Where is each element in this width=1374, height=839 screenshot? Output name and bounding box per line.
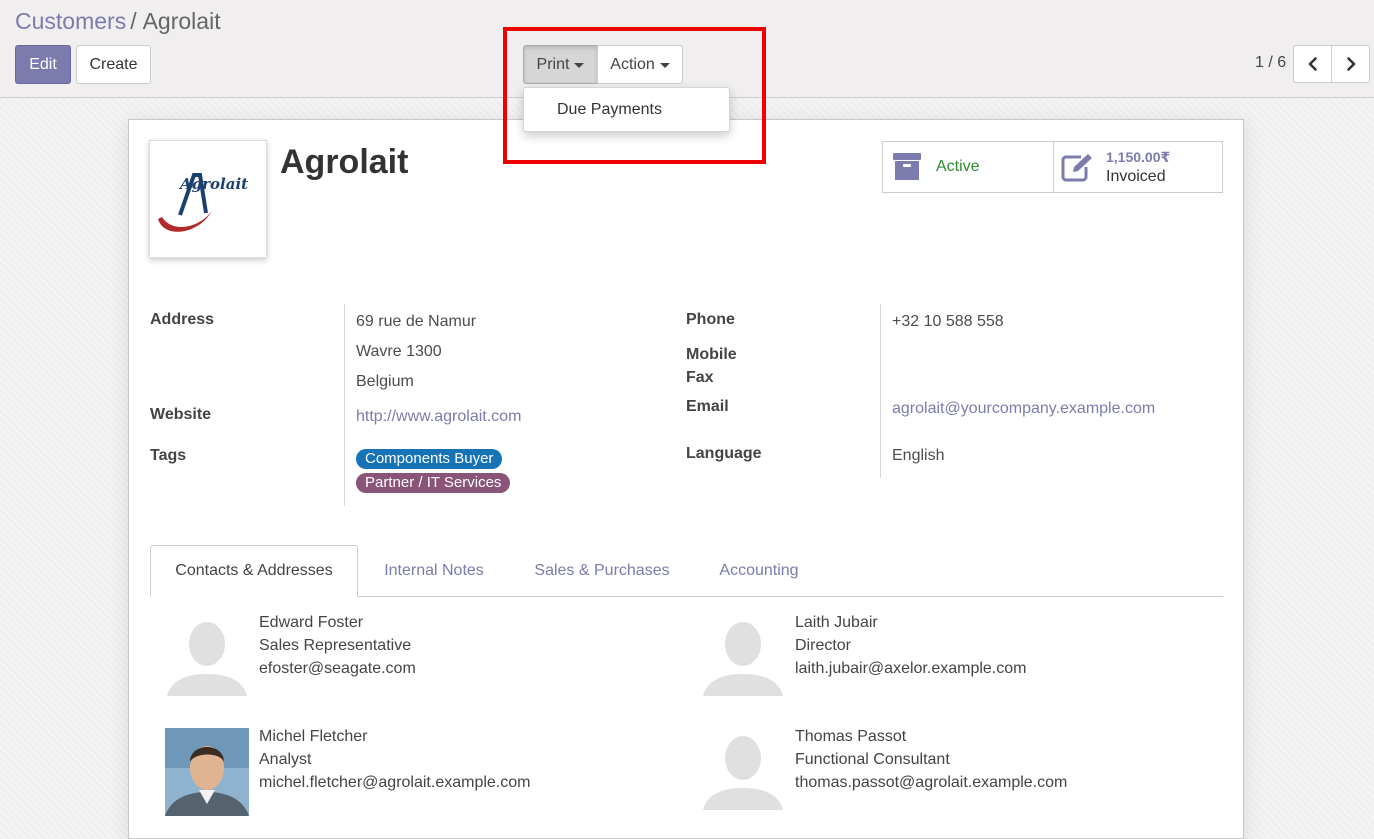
print-button-label: Print — [536, 55, 570, 73]
breadcrumb-current: Agrolait — [142, 8, 221, 34]
create-button[interactable]: Create — [76, 45, 151, 84]
contact-email: laith.jubair@axelor.example.com — [795, 660, 1027, 677]
chevron-right-icon — [1346, 57, 1355, 71]
invoiced-stat-button[interactable]: 1,150.00₹ Invoiced — [1053, 141, 1223, 193]
logo-swoosh — [158, 173, 212, 232]
field-divider — [880, 304, 881, 478]
contact-function: Analyst — [259, 751, 312, 768]
print-dropdown-menu: Due Payments — [523, 87, 730, 132]
invoiced-label: Invoiced — [1106, 168, 1166, 185]
active-status-label: Active — [936, 158, 980, 175]
caret-down-icon — [659, 63, 670, 68]
tab-contacts-addresses[interactable]: Contacts & Addresses — [150, 545, 358, 597]
tags-label: Tags — [150, 447, 187, 464]
chevron-left-icon — [1308, 57, 1317, 71]
tab-internal-notes[interactable]: Internal Notes — [366, 545, 502, 597]
pager-previous-button[interactable] — [1293, 45, 1332, 83]
contact-email: michel.fletcher@agrolait.example.com — [259, 774, 531, 791]
pager-next-button[interactable] — [1331, 45, 1370, 83]
breadcrumb-customers-link[interactable]: Customers — [15, 8, 126, 34]
website-link[interactable]: http://www.agrolait.com — [356, 408, 521, 426]
contact-name: Laith Jubair — [795, 614, 878, 631]
contact-photo — [165, 728, 249, 816]
contact-function: Sales Representative — [259, 637, 412, 654]
contact-card[interactable]: Michel Fletcher Analyst michel.fletcher@… — [165, 728, 595, 816]
address-street: 69 rue de Namur — [356, 313, 477, 330]
email-link[interactable]: agrolait@yourcompany.example.com — [892, 400, 1155, 418]
fax-label: Fax — [686, 369, 714, 386]
phone-value: +32 10 588 558 — [892, 313, 1004, 330]
tag-components-buyer[interactable]: Components Buyer — [356, 449, 503, 469]
invoiced-amount: 1,150.00₹ — [1106, 149, 1171, 165]
website-label: Website — [150, 406, 212, 423]
active-toggle-button[interactable]: Active — [882, 141, 1054, 193]
contact-function: Director — [795, 637, 852, 654]
language-value: English — [892, 447, 945, 464]
avatar-placeholder-icon — [703, 736, 783, 810]
action-button-label: Action — [610, 55, 655, 73]
address-city: Wavre 1300 — [356, 343, 442, 360]
contact-function: Functional Consultant — [795, 751, 950, 768]
contact-email: thomas.passot@agrolait.example.com — [795, 774, 1068, 791]
contact-email: efoster@seagate.com — [259, 660, 416, 677]
archive-box-icon — [893, 153, 921, 186]
control-panel: Customers / Agrolait Edit Create Print Act… — [0, 0, 1374, 98]
contact-card[interactable]: Laith Jubair Director laith.jubair@axelo… — [701, 614, 1131, 698]
contact-name: Michel Fletcher — [259, 728, 368, 745]
field-divider — [344, 304, 345, 506]
pager-value: 1 / 6 — [1255, 54, 1287, 71]
contact-name: Thomas Passot — [795, 728, 907, 745]
tab-sales-purchases[interactable]: Sales & Purchases — [516, 545, 688, 597]
contact-card[interactable]: Thomas Passot Functional Consultant thom… — [701, 728, 1131, 812]
action-button[interactable]: Action — [597, 45, 683, 84]
tab-accounting[interactable]: Accounting — [702, 545, 816, 597]
breadcrumb: Customers / Agrolait — [15, 8, 221, 35]
contact-card[interactable]: Edward Foster Sales Representative efost… — [165, 614, 595, 698]
address-country: Belgium — [356, 373, 414, 390]
caret-down-icon — [574, 63, 585, 68]
breadcrumb-separator: / — [130, 8, 137, 34]
mobile-label: Mobile — [686, 346, 737, 363]
language-label: Language — [686, 445, 762, 462]
menu-item-due-payments[interactable]: Due Payments — [557, 101, 662, 119]
avatar-placeholder-icon — [167, 622, 247, 696]
phone-label: Phone — [686, 311, 735, 328]
email-label: Email — [686, 398, 729, 415]
pencil-square-icon — [1061, 152, 1095, 187]
logo-text: Agrolait — [180, 175, 249, 193]
contact-name: Edward Foster — [259, 614, 364, 631]
print-button[interactable]: Print — [523, 45, 598, 84]
avatar-placeholder-icon — [703, 622, 783, 696]
tag-partner-it-services[interactable]: Partner / IT Services — [356, 473, 511, 493]
address-label: Address — [150, 311, 215, 328]
edit-button[interactable]: Edit — [15, 45, 71, 84]
partner-name: Agrolait — [280, 143, 409, 181]
partner-logo[interactable]: Agrolait — [149, 140, 267, 258]
